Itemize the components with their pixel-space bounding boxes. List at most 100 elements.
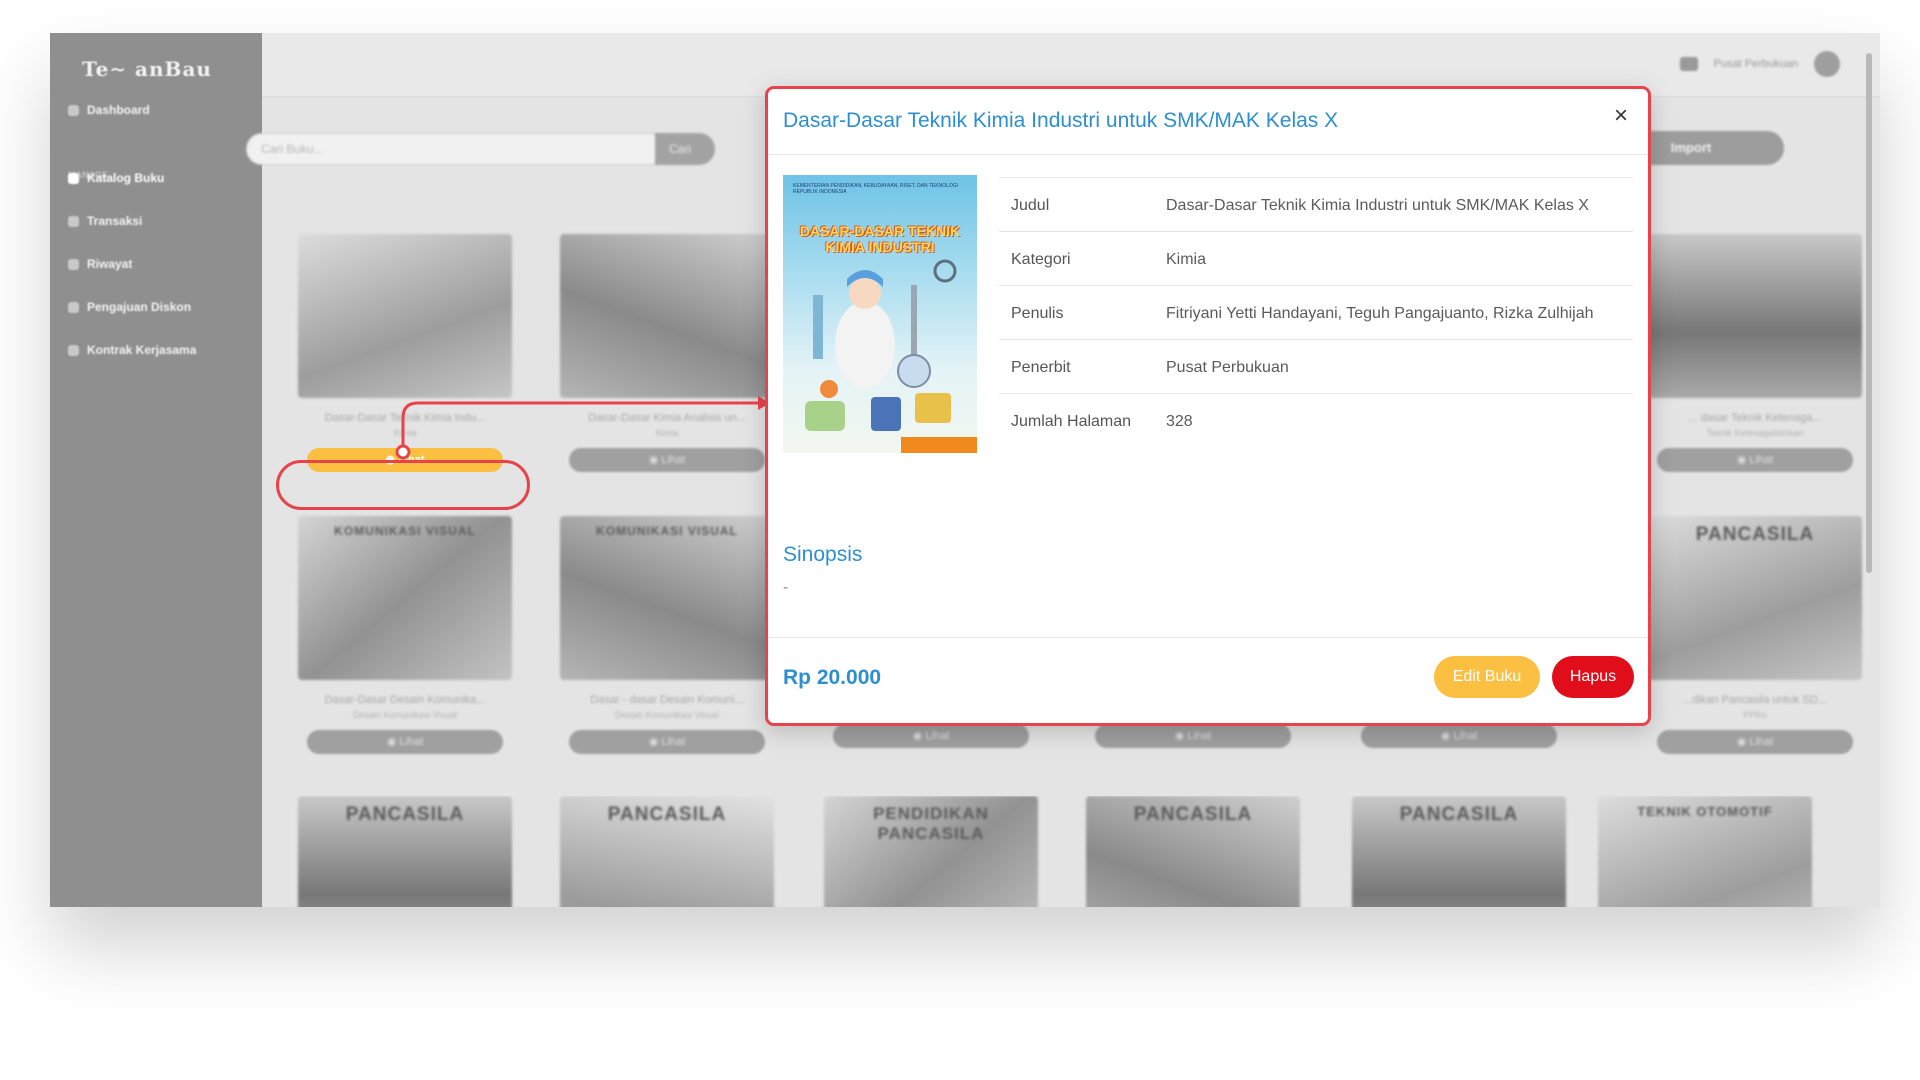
button-label: Lihat	[399, 736, 424, 748]
book-title: Dasar - dasar Desain Komuni...	[590, 694, 744, 706]
user-menu[interactable]: Pusat Perbukuan	[1679, 51, 1840, 77]
book-cover[interactable]: TEKNIK OTOMOTIF	[1598, 796, 1812, 907]
contract-icon	[68, 344, 79, 356]
view-book-button[interactable]: ◉ Lihat	[833, 724, 1029, 748]
cover-orange-strip	[901, 437, 977, 453]
book-title: Dasar-Dasar Desain Komunika...	[324, 694, 486, 706]
book-cover[interactable]: PANCASILA	[298, 796, 512, 907]
cover-illustration	[805, 259, 957, 431]
sidebar-item-riwayat[interactable]: Riwayat	[68, 257, 132, 271]
book-icon	[68, 172, 79, 184]
book-cover[interactable]: PANCASILA	[560, 796, 774, 907]
book-category: Teknik Ketenagalistrikan	[1706, 428, 1804, 438]
avatar[interactable]	[1814, 51, 1840, 77]
book-card: Dasar-Dasar Kimia Analisis un... Kimia ◉…	[560, 234, 774, 472]
book-cover[interactable]	[298, 234, 512, 398]
book-cover[interactable]	[1648, 234, 1862, 398]
detail-key: Kategori	[999, 231, 1154, 286]
button-label: Lihat	[661, 736, 686, 748]
view-book-button[interactable]: ◉ Lihat	[569, 448, 765, 472]
detail-row: Jumlah Halaman 328	[999, 393, 1633, 447]
cover-label: KOMUNIKASI VISUAL	[596, 524, 738, 538]
book-category: Desain Komunikasi Visual	[353, 710, 457, 720]
detail-key: Judul	[999, 177, 1154, 232]
view-book-button[interactable]: ◉ Lihat	[1361, 724, 1557, 748]
sidebar-item-label: Katalog Buku	[87, 171, 165, 185]
sidebar-item-kontrak-kerjasama[interactable]: Kontrak Kerjasama	[68, 343, 196, 357]
close-icon[interactable]: ×	[1610, 104, 1632, 128]
eye-icon: ◉	[1174, 730, 1188, 742]
book-card: PANCASILA	[1352, 796, 1566, 907]
sidebar-item-label: Kontrak Kerjasama	[87, 343, 197, 357]
button-label: Lihat	[1749, 454, 1774, 466]
delete-book-button[interactable]: Hapus	[1552, 656, 1634, 698]
sidebar-item-transaksi[interactable]: Transaksi	[68, 214, 142, 228]
book-category: Kimia	[393, 428, 417, 438]
book-category: Desain Komunikasi Visual	[615, 710, 719, 720]
cart-icon	[68, 215, 79, 227]
detail-key: Penerbit	[999, 339, 1154, 394]
dashboard-icon	[68, 104, 79, 116]
book-detail-table: Judul Dasar-Dasar Teknik Kimia Industri …	[999, 177, 1633, 447]
book-cover[interactable]: PENDIDIKAN PANCASILA	[824, 796, 1038, 907]
eye-icon: ◉	[1736, 736, 1750, 748]
highlight-ring	[276, 460, 530, 510]
eye-icon: ◉	[386, 736, 400, 748]
book-detail-modal: Dasar-Dasar Teknik Kimia Industri untuk …	[765, 86, 1651, 726]
sidebar-item-label: Transaksi	[87, 214, 143, 228]
book-cover[interactable]: KOMUNIKASI VISUAL	[298, 516, 512, 680]
book-price: Rp 20.000	[783, 666, 882, 689]
search-input[interactable]: Cari Buku...	[246, 133, 666, 165]
search-button[interactable]: Cari	[655, 133, 715, 165]
book-card: TEKNIK OTOMOTIF	[1598, 796, 1812, 907]
book-card: PANCASILA	[560, 796, 774, 907]
view-book-button[interactable]: ◉ Lihat	[1657, 448, 1853, 472]
book-card: PANCASILA	[1086, 796, 1300, 907]
book-cover[interactable]: PANCASILA	[1352, 796, 1566, 907]
view-book-button[interactable]: ◉ Lihat	[569, 730, 765, 754]
detail-key: Penulis	[999, 285, 1154, 340]
notification-icon[interactable]	[1679, 57, 1698, 71]
eye-icon: ◉	[648, 736, 662, 748]
detail-value: Pusat Perbukuan	[1154, 339, 1633, 394]
cover-label: PANCASILA	[1695, 524, 1815, 545]
sidebar-item-label: Dashboard	[87, 103, 150, 117]
history-icon	[68, 258, 79, 270]
sidebar-item-pengajuan-diskon[interactable]: Pengajuan Diskon	[68, 300, 191, 314]
eye-icon: ◉	[912, 730, 926, 742]
cover-label: PANCASILA	[607, 804, 727, 825]
view-book-button[interactable]: ◉ Lihat	[1657, 730, 1853, 754]
book-row-3: PANCASILA PANCASILA PENDIDIKAN PANCASILA…	[50, 796, 1880, 907]
book-cover[interactable]: PANCASILA	[1086, 796, 1300, 907]
detail-value: Kimia	[1154, 231, 1633, 286]
sidebar-item-katalog-buku[interactable]: Katalog Buku	[68, 171, 164, 185]
edit-book-button[interactable]: Edit Buku	[1434, 656, 1540, 698]
detail-key: Jumlah Halaman	[999, 393, 1154, 447]
book-title: ...dikan Pancasila untuk SD...	[1683, 694, 1827, 706]
scrollbar[interactable]	[1866, 53, 1872, 573]
button-label: Lihat	[1453, 730, 1478, 742]
book-card: PANCASILA	[298, 796, 512, 907]
sidebar-item-dashboard[interactable]: Dashboard	[68, 103, 150, 117]
modal-footer: Rp 20.000 Edit Buku Hapus	[768, 637, 1648, 723]
detail-value: Dasar-Dasar Teknik Kimia Industri untuk …	[1154, 177, 1633, 232]
modal-title: Dasar-Dasar Teknik Kimia Industri untuk …	[783, 109, 1339, 132]
view-book-button[interactable]: ◉ Lihat	[307, 730, 503, 754]
book-category: Kimia	[655, 428, 679, 438]
sinopsis-text: -	[783, 579, 789, 596]
cover-label: PENDIDIKAN PANCASILA	[873, 804, 989, 843]
book-cover[interactable]: PANCASILA	[1648, 516, 1862, 680]
sidebar-item-label: Riwayat	[87, 257, 133, 271]
book-card: PENDIDIKAN PANCASILA	[824, 796, 1038, 907]
detail-row: Judul Dasar-Dasar Teknik Kimia Industri …	[999, 177, 1633, 232]
book-cover[interactable]	[560, 234, 774, 398]
eye-icon: ◉	[648, 454, 662, 466]
view-book-button[interactable]: ◉ Lihat	[1095, 724, 1291, 748]
detail-row: Kategori Kimia	[999, 231, 1633, 286]
cover-label: PANCASILA	[345, 804, 465, 825]
book-card: KOMUNIKASI VISUAL Dasar-Dasar Desain Kom…	[298, 516, 512, 754]
book-category: PPKn	[1743, 710, 1767, 720]
book-cover[interactable]: KOMUNIKASI VISUAL	[560, 516, 774, 680]
app-logo[interactable]: Te∼ anBau	[82, 57, 212, 81]
eye-icon: ◉	[1440, 730, 1454, 742]
